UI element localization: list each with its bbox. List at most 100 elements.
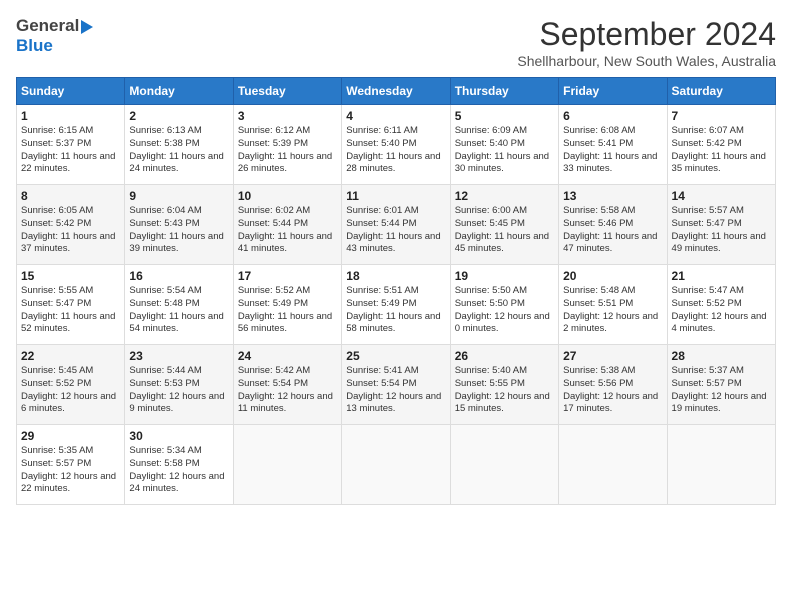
day-number: 18 — [346, 269, 445, 283]
table-row: 30Sunrise: 5:34 AMSunset: 5:58 PMDayligh… — [125, 425, 233, 505]
month-title: September 2024 — [517, 16, 776, 53]
day-info: Sunrise: 5:55 AMSunset: 5:47 PMDaylight:… — [21, 285, 120, 336]
day-info: Sunrise: 6:08 AMSunset: 5:41 PMDaylight:… — [563, 125, 662, 176]
calendar-week-row: 8 Sunrise: 6:05 AMSunset: 5:42 PMDaylight… — [17, 185, 776, 265]
table-row: 3 Sunrise: 6:12 AMSunset: 5:39 PMDaylight… — [233, 105, 341, 185]
day-info: Sunrise: 6:00 AMSunset: 5:45 PMDaylight:… — [455, 205, 554, 256]
day-info: Sunrise: 5:47 AMSunset: 5:52 PMDaylight:… — [672, 285, 771, 336]
table-row: 25 Sunrise: 5:41 AMSunset: 5:54 PMDayligh… — [342, 345, 450, 425]
day-info: Sunrise: 6:01 AMSunset: 5:44 PMDaylight:… — [346, 205, 445, 256]
day-number: 24 — [238, 349, 337, 363]
logo: General Blue — [16, 16, 93, 56]
col-thursday: Thursday — [450, 78, 558, 105]
day-number: 27 — [563, 349, 662, 363]
day-info: Sunrise: 6:09 AMSunset: 5:40 PMDaylight:… — [455, 125, 554, 176]
day-number: 2 — [129, 109, 228, 123]
calendar-week-row: 15 Sunrise: 5:55 AMSunset: 5:47 PMDayligh… — [17, 265, 776, 345]
table-row: 17Sunrise: 5:52 AMSunset: 5:49 PMDayligh… — [233, 265, 341, 345]
day-info: Sunrise: 5:45 AMSunset: 5:52 PMDaylight:… — [21, 365, 120, 416]
day-number: 8 — [21, 189, 120, 203]
day-number: 29 — [21, 429, 120, 443]
table-row: 27 Sunrise: 5:38 AMSunset: 5:56 PMDayligh… — [559, 345, 667, 425]
day-number: 5 — [455, 109, 554, 123]
table-row: 22 Sunrise: 5:45 AMSunset: 5:52 PMDayligh… — [17, 345, 125, 425]
day-number: 30 — [129, 429, 228, 443]
day-info: Sunrise: 6:13 AMSunset: 5:38 PMDaylight:… — [129, 125, 228, 176]
table-row — [342, 425, 450, 505]
table-row: 29 Sunrise: 5:35 AMSunset: 5:57 PMDayligh… — [17, 425, 125, 505]
table-row: 4 Sunrise: 6:11 AMSunset: 5:40 PMDaylight… — [342, 105, 450, 185]
day-info: Sunrise: 6:07 AMSunset: 5:42 PMDaylight:… — [672, 125, 771, 176]
day-number: 15 — [21, 269, 120, 283]
day-number: 25 — [346, 349, 445, 363]
day-info: Sunrise: 5:52 AMSunset: 5:49 PMDaylight:… — [238, 285, 337, 336]
table-row: 28Sunrise: 5:37 AMSunset: 5:57 PMDayligh… — [667, 345, 775, 425]
day-info: Sunrise: 5:41 AMSunset: 5:54 PMDaylight:… — [346, 365, 445, 416]
table-row: 18 Sunrise: 5:51 AMSunset: 5:49 PMDayligh… — [342, 265, 450, 345]
day-info: Sunrise: 5:58 AMSunset: 5:46 PMDaylight:… — [563, 205, 662, 256]
table-row: 5 Sunrise: 6:09 AMSunset: 5:40 PMDaylight… — [450, 105, 558, 185]
table-row — [233, 425, 341, 505]
table-row: 24 Sunrise: 5:42 AMSunset: 5:54 PMDayligh… — [233, 345, 341, 425]
table-row: 7 Sunrise: 6:07 AMSunset: 5:42 PMDaylight… — [667, 105, 775, 185]
col-wednesday: Wednesday — [342, 78, 450, 105]
day-info: Sunrise: 6:04 AMSunset: 5:43 PMDaylight:… — [129, 205, 228, 256]
logo-arrow-icon — [81, 20, 93, 34]
table-row: 10Sunrise: 6:02 AMSunset: 5:44 PMDayligh… — [233, 185, 341, 265]
table-row: 6 Sunrise: 6:08 AMSunset: 5:41 PMDaylight… — [559, 105, 667, 185]
calendar-week-row: 29 Sunrise: 5:35 AMSunset: 5:57 PMDayligh… — [17, 425, 776, 505]
header-row: Sunday Monday Tuesday Wednesday Thursday… — [17, 78, 776, 105]
day-info: Sunrise: 5:40 AMSunset: 5:55 PMDaylight:… — [455, 365, 554, 416]
day-number: 20 — [563, 269, 662, 283]
col-friday: Friday — [559, 78, 667, 105]
day-info: Sunrise: 5:35 AMSunset: 5:57 PMDaylight:… — [21, 445, 120, 496]
table-row: 26 Sunrise: 5:40 AMSunset: 5:55 PMDayligh… — [450, 345, 558, 425]
table-row: 8 Sunrise: 6:05 AMSunset: 5:42 PMDaylight… — [17, 185, 125, 265]
table-row: 15 Sunrise: 5:55 AMSunset: 5:47 PMDayligh… — [17, 265, 125, 345]
day-number: 19 — [455, 269, 554, 283]
day-number: 13 — [563, 189, 662, 203]
day-number: 9 — [129, 189, 228, 203]
col-monday: Monday — [125, 78, 233, 105]
day-number: 14 — [672, 189, 771, 203]
day-info: Sunrise: 6:15 AMSunset: 5:37 PMDaylight:… — [21, 125, 120, 176]
table-row: 11 Sunrise: 6:01 AMSunset: 5:44 PMDayligh… — [342, 185, 450, 265]
table-row: 23 Sunrise: 5:44 AMSunset: 5:53 PMDayligh… — [125, 345, 233, 425]
day-info: Sunrise: 5:38 AMSunset: 5:56 PMDaylight:… — [563, 365, 662, 416]
day-number: 6 — [563, 109, 662, 123]
day-info: Sunrise: 6:11 AMSunset: 5:40 PMDaylight:… — [346, 125, 445, 176]
day-number: 23 — [129, 349, 228, 363]
day-number: 12 — [455, 189, 554, 203]
logo-blue-text: Blue — [16, 36, 53, 55]
col-sunday: Sunday — [17, 78, 125, 105]
col-saturday: Saturday — [667, 78, 775, 105]
col-tuesday: Tuesday — [233, 78, 341, 105]
location-text: Shellharbour, New South Wales, Australia — [517, 53, 776, 69]
day-info: Sunrise: 5:42 AMSunset: 5:54 PMDaylight:… — [238, 365, 337, 416]
day-info: Sunrise: 5:44 AMSunset: 5:53 PMDaylight:… — [129, 365, 228, 416]
day-number: 16 — [129, 269, 228, 283]
day-info: Sunrise: 5:48 AMSunset: 5:51 PMDaylight:… — [563, 285, 662, 336]
table-row: 16 Sunrise: 5:54 AMSunset: 5:48 PMDayligh… — [125, 265, 233, 345]
day-number: 7 — [672, 109, 771, 123]
day-number: 4 — [346, 109, 445, 123]
table-row — [450, 425, 558, 505]
day-info: Sunrise: 5:51 AMSunset: 5:49 PMDaylight:… — [346, 285, 445, 336]
day-info: Sunrise: 6:12 AMSunset: 5:39 PMDaylight:… — [238, 125, 337, 176]
calendar-week-row: 22 Sunrise: 5:45 AMSunset: 5:52 PMDayligh… — [17, 345, 776, 425]
day-number: 28 — [672, 349, 771, 363]
day-number: 22 — [21, 349, 120, 363]
day-number: 3 — [238, 109, 337, 123]
table-row: 14Sunrise: 5:57 AMSunset: 5:47 PMDayligh… — [667, 185, 775, 265]
day-info: Sunrise: 5:50 AMSunset: 5:50 PMDaylight:… — [455, 285, 554, 336]
day-number: 11 — [346, 189, 445, 203]
day-number: 10 — [238, 189, 337, 203]
day-number: 26 — [455, 349, 554, 363]
table-row: 9 Sunrise: 6:04 AMSunset: 5:43 PMDaylight… — [125, 185, 233, 265]
table-row: 20 Sunrise: 5:48 AMSunset: 5:51 PMDayligh… — [559, 265, 667, 345]
title-block: September 2024 Shellharbour, New South W… — [517, 16, 776, 69]
table-row: 19 Sunrise: 5:50 AMSunset: 5:50 PMDayligh… — [450, 265, 558, 345]
day-info: Sunrise: 6:05 AMSunset: 5:42 PMDaylight:… — [21, 205, 120, 256]
day-info: Sunrise: 5:54 AMSunset: 5:48 PMDaylight:… — [129, 285, 228, 336]
table-row: 2 Sunrise: 6:13 AMSunset: 5:38 PMDaylight… — [125, 105, 233, 185]
